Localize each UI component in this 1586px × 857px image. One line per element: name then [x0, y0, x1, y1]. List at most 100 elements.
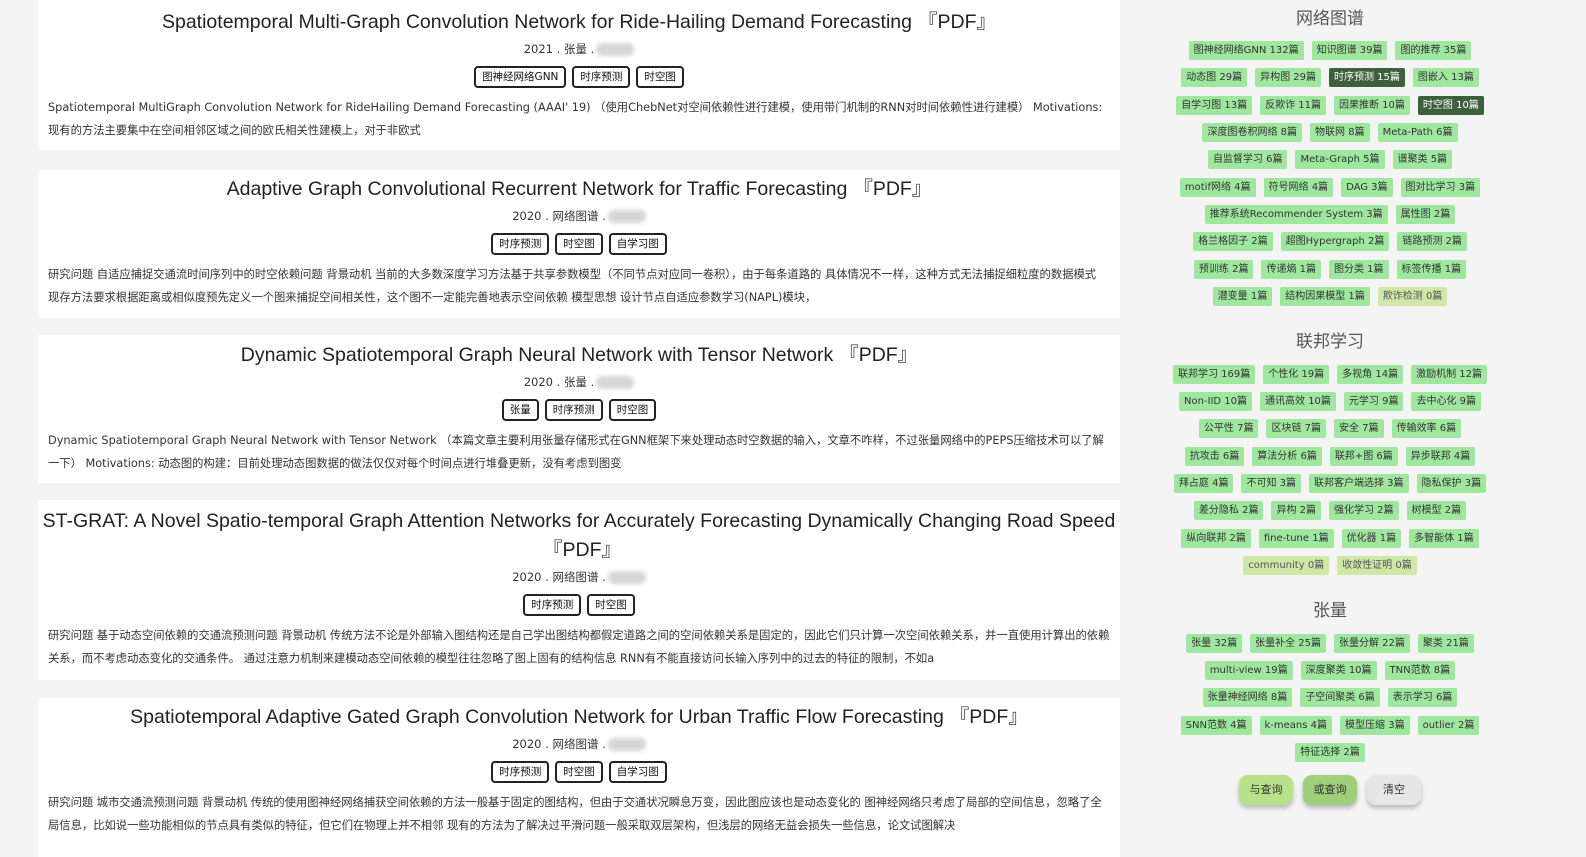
sidebar-tag[interactable]: SNN范数 4篇	[1180, 716, 1252, 735]
paper-tag[interactable]: 自学习图	[608, 761, 667, 783]
sidebar-tag[interactable]: 联邦+图 6篇	[1329, 447, 1398, 466]
sidebar-tag[interactable]: 图嵌入 13篇	[1412, 68, 1479, 87]
sidebar-tag[interactable]: 元学习 9篇	[1343, 392, 1404, 411]
sidebar-tag[interactable]: 差分隐私 2篇	[1193, 501, 1264, 520]
sidebar-tag[interactable]: 推荐系统Recommender System 3篇	[1204, 205, 1388, 224]
sidebar-tag[interactable]: 深度图卷积网络 8篇	[1202, 123, 1303, 142]
pdf-link[interactable]: 『PDF』	[950, 706, 1028, 728]
sidebar-tag[interactable]: 反欺诈 11篇	[1260, 96, 1326, 115]
sidebar-tag[interactable]: fine-tune 1篇	[1258, 529, 1334, 548]
paper-tag[interactable]: 张量	[501, 399, 539, 421]
sidebar-tag[interactable]: 标签传播 1篇	[1396, 260, 1467, 279]
sidebar-tag[interactable]: motif网络 4篇	[1179, 178, 1256, 197]
sidebar-tag[interactable]: 隐私保护 3篇	[1416, 474, 1487, 493]
sidebar-tag[interactable]: 联邦学习 169篇	[1173, 365, 1256, 384]
paper-title[interactable]: Spatiotemporal Multi-Graph Convolution N…	[38, 8, 1120, 37]
sidebar-tag[interactable]: 激励机制 12篇	[1411, 365, 1487, 384]
sidebar-tag[interactable]: 抗攻击 6篇	[1184, 447, 1245, 466]
sidebar-tag[interactable]: 张量分解 22篇	[1334, 634, 1410, 653]
sidebar-tag[interactable]: 深度聚类 10篇	[1300, 661, 1377, 680]
paper-tag[interactable]: 时序预测	[544, 399, 603, 421]
sidebar-tag[interactable]: 自监督学习 6篇	[1207, 150, 1288, 169]
pdf-link[interactable]: 『PDF』	[918, 11, 996, 33]
or-query-button[interactable]: 或查询	[1303, 775, 1357, 805]
sidebar-tag[interactable]: 不可知 3篇	[1241, 474, 1301, 493]
sidebar-tag[interactable]: 动态图 29篇	[1181, 68, 1248, 87]
sidebar-tag[interactable]: 区块链 7篇	[1266, 419, 1326, 438]
paper-tag[interactable]: 时空图	[555, 233, 603, 255]
sidebar-tag[interactable]: 特征选择 2篇	[1295, 743, 1365, 762]
sidebar-tag[interactable]: k-means 4篇	[1259, 716, 1333, 735]
paper-title[interactable]: Spatiotemporal Adaptive Gated Graph Conv…	[38, 703, 1120, 732]
sidebar-tag[interactable]: 异构图 29篇	[1255, 68, 1321, 87]
paper-tag[interactable]: 时序预测	[523, 594, 582, 616]
sidebar-tag[interactable]: 时空图 10篇	[1417, 96, 1484, 115]
sidebar-tag[interactable]: 图的推荐 35篇	[1395, 41, 1472, 60]
paper-tag[interactable]: 时序预测	[572, 66, 631, 88]
sidebar-tag[interactable]: 子空间聚类 6篇	[1300, 688, 1380, 707]
sidebar-tag[interactable]: 知识图谱 39篇	[1311, 41, 1388, 60]
paper-title[interactable]: ST-GRAT: A Novel Spatio-temporal Graph A…	[38, 507, 1120, 565]
sidebar-tag[interactable]: 结构因果模型 1篇	[1280, 287, 1370, 306]
pdf-link[interactable]: 『PDF』	[543, 539, 621, 561]
sidebar-tag[interactable]: 树模型 2篇	[1406, 501, 1467, 520]
sidebar-tag[interactable]: 聚类 21篇	[1417, 634, 1474, 653]
sidebar-tag[interactable]: 链路预测 2篇	[1397, 232, 1467, 251]
sidebar-tag[interactable]: multi-view 19篇	[1204, 661, 1293, 680]
sidebar-tag[interactable]: Meta-Path 6篇	[1377, 123, 1458, 142]
paper-tag[interactable]: 时空图	[608, 399, 657, 421]
sidebar-tag[interactable]: 属性图 2篇	[1395, 205, 1456, 224]
sidebar-tag[interactable]: 张量 32篇	[1186, 634, 1243, 653]
sidebar-tag[interactable]: 传递熵 1篇	[1261, 260, 1321, 279]
sidebar-tag[interactable]: 超图Hypergraph 2篇	[1280, 232, 1390, 251]
sidebar-tag[interactable]: 时序预测 15篇	[1329, 68, 1405, 87]
sidebar-tag[interactable]: 自学习图 13篇	[1176, 96, 1253, 115]
paper-title-text[interactable]: Spatiotemporal Multi-Graph Convolution N…	[162, 11, 912, 33]
sidebar-tag[interactable]: DAG 3篇	[1341, 178, 1393, 197]
sidebar-tag[interactable]: 张量补全 25篇	[1250, 634, 1326, 653]
sidebar-tag[interactable]: 强化学习 2篇	[1329, 501, 1399, 520]
sidebar-tag[interactable]: 个性化 19篇	[1263, 365, 1330, 384]
sidebar-tag[interactable]: TNN范数 8篇	[1384, 661, 1456, 680]
sidebar-tag[interactable]: 多视角 14篇	[1337, 365, 1404, 384]
sidebar-tag[interactable]: 谱聚类 5篇	[1392, 150, 1453, 169]
clear-button[interactable]: 清空	[1367, 775, 1421, 805]
sidebar-tag[interactable]: 去中心化 9篇	[1411, 392, 1482, 411]
sidebar-tag[interactable]: 物联网 8篇	[1310, 123, 1370, 142]
sidebar-tag[interactable]: community 0篇	[1243, 556, 1330, 575]
sidebar-tag[interactable]: 欺诈检测 0篇	[1377, 287, 1448, 306]
sidebar-tag[interactable]: 图分类 1篇	[1329, 260, 1389, 279]
paper-tag[interactable]: 时序预测	[491, 233, 550, 255]
sidebar-tag[interactable]: 通讯高效 10篇	[1260, 392, 1336, 411]
sidebar-tag[interactable]: outlier 2篇	[1417, 716, 1480, 735]
sidebar-tag[interactable]: 异构 2篇	[1271, 501, 1321, 520]
sidebar-tag[interactable]: 收敛性证明 0篇	[1337, 556, 1417, 575]
sidebar-tag[interactable]: 异步联邦 4篇	[1405, 447, 1476, 466]
sidebar-tag[interactable]: 因果推断 10篇	[1334, 96, 1410, 115]
paper-tag[interactable]: 时序预测	[491, 761, 550, 783]
paper-title-text[interactable]: Dynamic Spatiotemporal Graph Neural Netw…	[241, 344, 833, 366]
paper-title-text[interactable]: Adaptive Graph Convolutional Recurrent N…	[227, 178, 848, 200]
sidebar-tag[interactable]: 表示学习 6篇	[1387, 688, 1458, 707]
paper-tag[interactable]: 自学习图	[608, 233, 667, 255]
and-query-button[interactable]: 与查询	[1239, 775, 1293, 805]
sidebar-tag[interactable]: 多智能体 1篇	[1409, 529, 1479, 548]
sidebar-tag[interactable]: 符号网络 4篇	[1263, 178, 1334, 197]
sidebar-tag[interactable]: 优化器 1篇	[1341, 529, 1402, 548]
sidebar-tag[interactable]: Non-IID 10篇	[1178, 392, 1253, 411]
sidebar-tag[interactable]: 纵向联邦 2篇	[1181, 529, 1251, 548]
paper-tag[interactable]: 时空图	[587, 594, 635, 616]
paper-title-text[interactable]: ST-GRAT: A Novel Spatio-temporal Graph A…	[43, 510, 1116, 532]
sidebar-tag[interactable]: 图对比学习 3篇	[1400, 178, 1481, 197]
sidebar-tag[interactable]: 模型压缩 3篇	[1340, 716, 1410, 735]
paper-title-text[interactable]: Spatiotemporal Adaptive Gated Graph Conv…	[130, 706, 944, 728]
pdf-link[interactable]: 『PDF』	[853, 178, 931, 200]
sidebar-tag[interactable]: 联邦客户端选择 3篇	[1309, 474, 1409, 493]
sidebar-tag[interactable]: 公平性 7篇	[1198, 419, 1259, 438]
paper-tag[interactable]: 时空图	[636, 66, 684, 88]
pdf-link[interactable]: 『PDF』	[839, 344, 917, 366]
paper-tag[interactable]: 图神经网络GNN	[474, 66, 567, 88]
sidebar-tag[interactable]: 预训练 2篇	[1193, 260, 1254, 279]
paper-tag[interactable]: 时空图	[555, 761, 603, 783]
sidebar-tag[interactable]: 张量神经网络 8篇	[1202, 688, 1293, 707]
